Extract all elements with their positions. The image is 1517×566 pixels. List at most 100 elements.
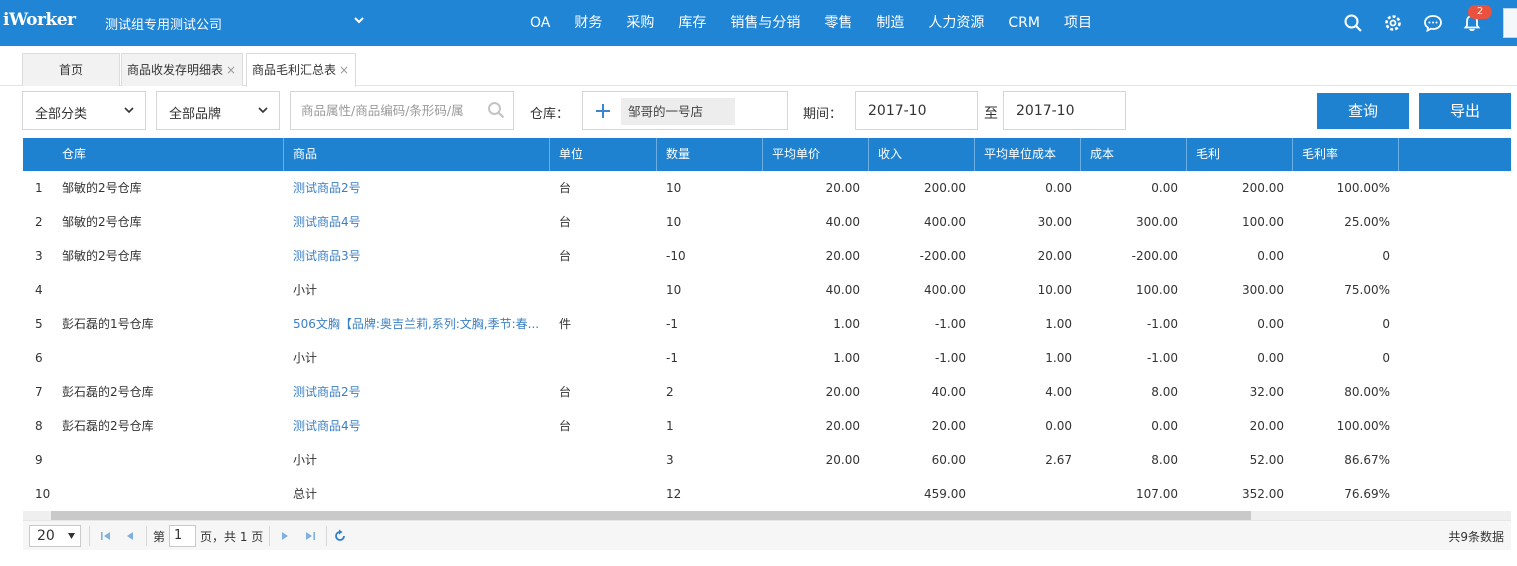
nav-item-manufacturing[interactable]: 制造 <box>866 0 914 46</box>
table-row[interactable]: 2 邹敏的2号仓库 测试商品4号 台 10 40.00 400.00 30.00 300.00 1… <box>23 205 1511 239</box>
first-page-icon[interactable] <box>99 529 113 543</box>
last-page-icon[interactable] <box>303 529 317 543</box>
header-quantity[interactable]: 数量 <box>657 138 763 171</box>
company-name[interactable]: 测试组专用测试公司 <box>105 14 222 33</box>
gear-icon[interactable] <box>1383 13 1403 33</box>
period-start-field[interactable]: 2017-10 <box>855 91 978 130</box>
cost-cell: 8.00 <box>1151 453 1178 467</box>
margin-cell: 100.00% <box>1336 419 1390 433</box>
header-warehouse[interactable]: 仓库 <box>53 138 284 171</box>
table-row[interactable]: 1 邹敏的2号仓库 测试商品2号 台 10 20.00 200.00 0.00 0.00 200.… <box>23 171 1511 205</box>
table-row[interactable]: 9 小计 3 20.00 60.00 2.67 8.00 52.00 86.67% <box>23 443 1511 477</box>
warehouse-chip[interactable]: 邹哥的一号店 <box>621 98 735 125</box>
gross-profit-cell: 0.00 <box>1257 249 1284 263</box>
table-row[interactable]: 5 彭石磊的1号仓库 506文胸【品牌:奥吉兰莉,系列:文胸,季节:春... 件 -1 1… <box>23 307 1511 341</box>
chevron-down-icon <box>258 107 268 114</box>
header-revenue[interactable]: 收入 <box>869 138 975 171</box>
product-cell[interactable]: 测试商品3号 <box>284 239 540 273</box>
nav-item-project[interactable]: 项目 <box>1054 0 1102 46</box>
row-index-cell: 2 <box>35 215 43 229</box>
scrollbar-thumb[interactable] <box>51 511 1251 520</box>
nav-item-oa[interactable]: OA <box>520 0 560 46</box>
tab-bar: 首页 商品收发存明细表 × 商品毛利汇总表 × <box>0 46 1517 87</box>
table-row[interactable]: 10 总计 12 459.00 107.00 352.00 76.69% <box>23 477 1511 511</box>
cost-cell: -1.00 <box>1146 351 1178 365</box>
table-row[interactable]: 3 邹敏的2号仓库 测试商品3号 台 -10 20.00 -200.00 20.00 -200.… <box>23 239 1511 273</box>
nav-item-finance[interactable]: 财务 <box>564 0 612 46</box>
header-margin[interactable]: 毛利率 <box>1293 138 1399 171</box>
next-page-icon[interactable] <box>278 529 292 543</box>
period-label: 期间： <box>803 107 843 122</box>
header-gross-profit[interactable]: 毛利 <box>1187 138 1293 171</box>
current-page-input[interactable]: 1 <box>169 525 196 547</box>
row-index-cell: 1 <box>35 181 43 195</box>
tab-home[interactable]: 首页 <box>22 53 120 86</box>
product-cell[interactable]: 测试商品2号 <box>284 375 540 409</box>
product-cell[interactable]: 测试商品4号 <box>284 409 540 443</box>
revenue-cell: -200.00 <box>919 249 966 263</box>
search-icon[interactable] <box>487 101 505 119</box>
avatar[interactable] <box>1503 8 1517 38</box>
plus-icon[interactable] <box>595 103 611 119</box>
header-avg-price[interactable]: 平均单价 <box>763 138 869 171</box>
margin-cell: 86.67% <box>1344 453 1390 467</box>
tab-label: 商品收发存明细表 <box>127 63 224 77</box>
header-product[interactable]: 商品 <box>284 138 550 171</box>
chat-icon[interactable] <box>1423 13 1443 33</box>
quantity-cell: 10 <box>666 283 682 297</box>
nav-item-hr[interactable]: 人力资源 <box>918 0 994 46</box>
export-button[interactable]: 导出 <box>1419 93 1511 129</box>
revenue-cell: 60.00 <box>931 453 966 467</box>
horizontal-scrollbar[interactable] <box>23 511 1511 520</box>
row-index-cell: 3 <box>35 249 43 263</box>
refresh-icon[interactable] <box>333 529 347 543</box>
nav-item-sales[interactable]: 销售与分销 <box>720 0 810 46</box>
category-select[interactable]: 全部分类 <box>22 91 146 130</box>
nav-item-purchase[interactable]: 采购 <box>616 0 664 46</box>
margin-cell: 76.69% <box>1344 487 1390 501</box>
nav-item-crm[interactable]: CRM <box>998 0 1050 46</box>
tab-gross-profit-summary[interactable]: 商品毛利汇总表 × <box>246 53 356 87</box>
table-row[interactable]: 8 彭石磊的2号仓库 测试商品4号 台 1 20.00 20.00 0.00 0.00 20.00… <box>23 409 1511 443</box>
brand-select-value: 全部品牌 <box>169 107 222 122</box>
warehouse-cell <box>53 477 284 511</box>
chevron-down-icon[interactable] <box>352 13 366 27</box>
nav-item-inventory[interactable]: 库存 <box>668 0 716 46</box>
gross-profit-cell: 20.00 <box>1249 419 1284 433</box>
search-icon[interactable] <box>1343 13 1363 33</box>
period-end-field[interactable]: 2017-10 <box>1003 91 1126 130</box>
query-button[interactable]: 查询 <box>1317 93 1409 129</box>
avg-price-cell: 20.00 <box>825 249 860 263</box>
avg-price-cell: 40.00 <box>825 215 860 229</box>
quantity-cell: 10 <box>666 181 682 195</box>
warehouse-label: 仓库： <box>530 107 570 122</box>
tab-inventory-detail[interactable]: 商品收发存明细表 × <box>121 53 243 86</box>
cost-cell: 107.00 <box>1136 487 1178 501</box>
close-icon[interactable]: × <box>226 54 236 86</box>
period-start-value: 2017-10 <box>868 103 927 119</box>
header-unit[interactable]: 单位 <box>550 138 657 171</box>
app-logo[interactable]: iWorker <box>3 10 76 30</box>
product-cell: 小计 <box>293 453 318 467</box>
product-cell[interactable]: 测试商品2号 <box>284 171 540 205</box>
table-row[interactable]: 6 小计 -1 1.00 -1.00 1.00 -1.00 0.00 0 <box>23 341 1511 375</box>
table-row[interactable]: 7 彭石磊的2号仓库 测试商品2号 台 2 20.00 40.00 4.00 8.00 32.00… <box>23 375 1511 409</box>
product-cell[interactable]: 506文胸【品牌:奥吉兰莉,系列:文胸,季节:春... <box>284 307 540 341</box>
header-cost[interactable]: 成本 <box>1081 138 1187 171</box>
table-row[interactable]: 4 小计 10 40.00 400.00 10.00 100.00 300.00 75.00% <box>23 273 1511 307</box>
brand-select[interactable]: 全部品牌 <box>156 91 280 130</box>
product-cell[interactable]: 测试商品4号 <box>284 205 540 239</box>
avg-unit-cost-cell: 10.00 <box>1037 283 1072 297</box>
revenue-cell: 459.00 <box>924 487 966 501</box>
gross-profit-cell: 300.00 <box>1242 283 1284 297</box>
product-search-input[interactable] <box>291 92 486 129</box>
warehouse-picker[interactable]: 邹哥的一号店 <box>582 91 788 130</box>
revenue-cell: 200.00 <box>924 181 966 195</box>
nav-item-retail[interactable]: 零售 <box>814 0 862 46</box>
page-size-select[interactable]: 20 <box>29 525 81 547</box>
previous-page-icon[interactable] <box>123 529 137 543</box>
header-avg-unit-cost[interactable]: 平均单位成本 <box>975 138 1081 171</box>
close-icon[interactable]: × <box>339 54 349 86</box>
margin-cell: 25.00% <box>1344 215 1390 229</box>
warehouse-cell <box>53 341 284 375</box>
